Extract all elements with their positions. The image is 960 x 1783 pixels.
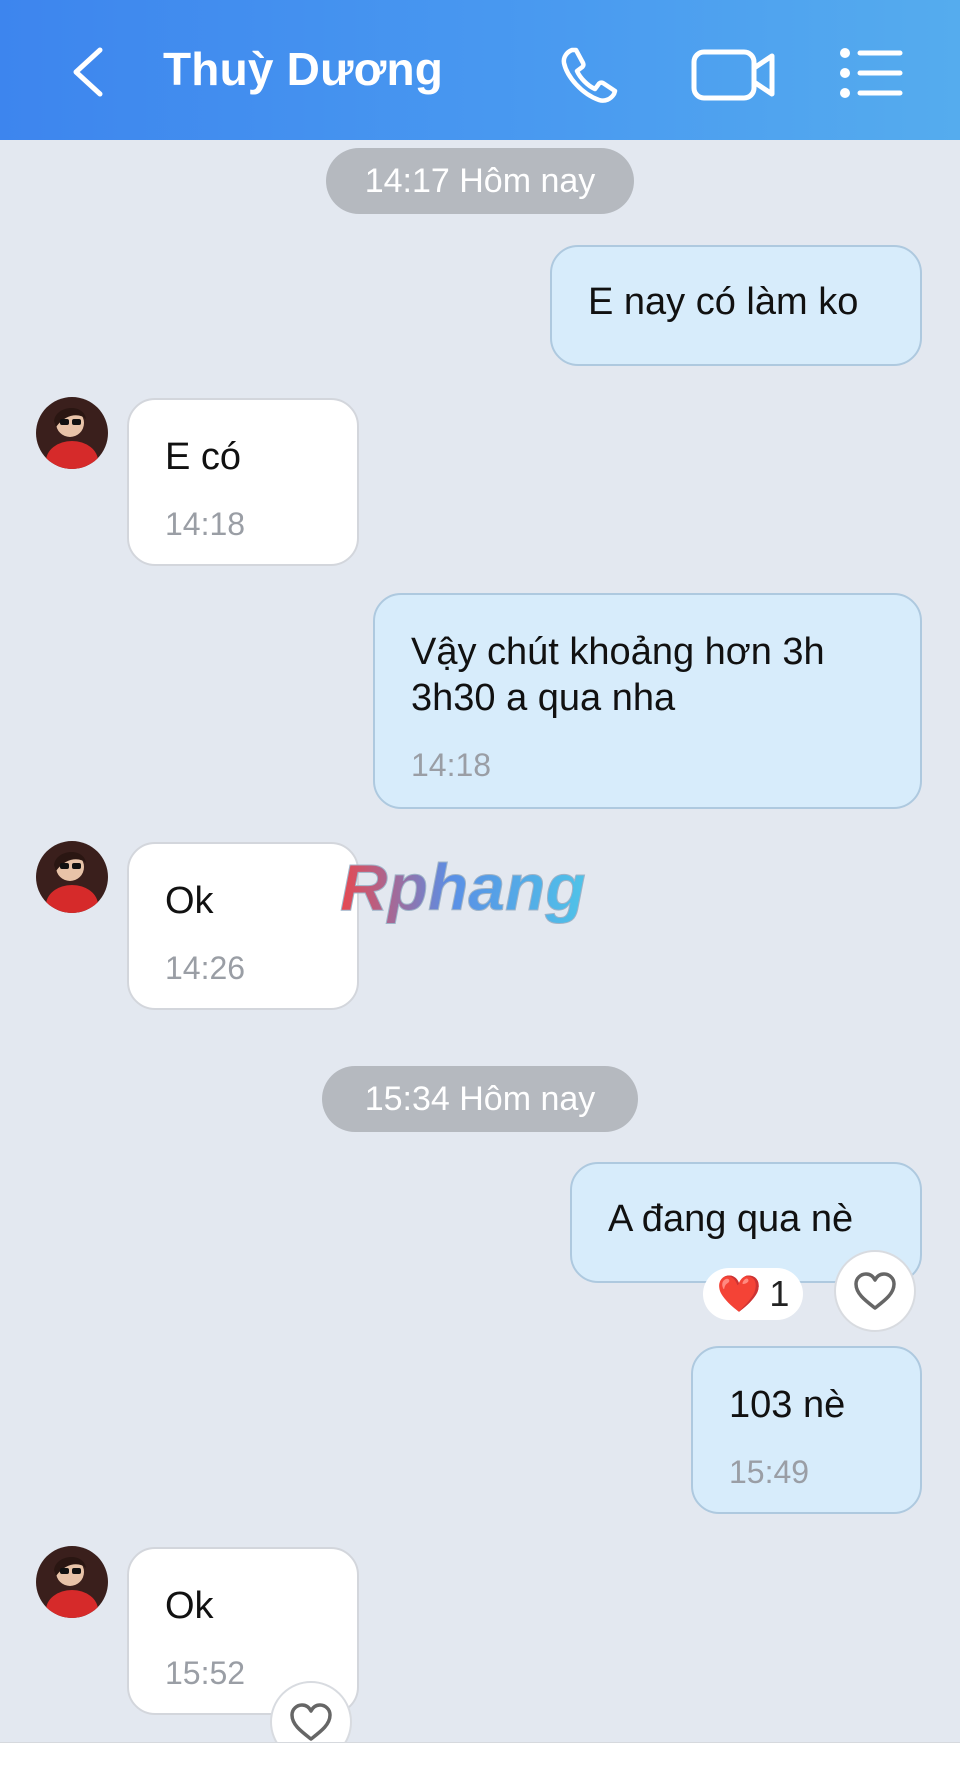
- phone-icon[interactable]: [558, 44, 624, 106]
- avatar-photo-icon: [36, 841, 108, 913]
- reaction-badge[interactable]: ❤️ 1: [703, 1268, 803, 1320]
- message-time: 15:52: [165, 1655, 246, 1691]
- message-bubble-outgoing[interactable]: E nay có làm ko: [550, 245, 922, 366]
- avatar-photo-icon: [36, 397, 108, 469]
- message-text: 103 nè: [729, 1384, 846, 1426]
- message-bubble-outgoing[interactable]: 103 nè 15:49: [691, 1346, 922, 1514]
- message-time: 14:18: [165, 506, 246, 542]
- message-text: E có: [165, 436, 242, 478]
- date-divider: 14:17 Hôm nay: [326, 148, 634, 214]
- date-divider: 15:34 Hôm nay: [322, 1066, 638, 1132]
- heart-outline-icon: [854, 1272, 896, 1310]
- avatar[interactable]: [36, 841, 108, 913]
- video-camera-icon[interactable]: [690, 46, 778, 104]
- message-time: 14:18: [411, 747, 492, 783]
- message-text-line: Vậy chút khoảng hơn 3h: [411, 631, 825, 673]
- menu-list-icon[interactable]: [838, 46, 904, 100]
- avatar[interactable]: [36, 397, 108, 469]
- watermark-logo: Rphang: [340, 850, 587, 925]
- input-bar[interactable]: [0, 1742, 960, 1783]
- like-heart-button[interactable]: [834, 1250, 916, 1332]
- message-time: 15:49: [729, 1454, 810, 1490]
- message-text: Ok: [165, 880, 214, 922]
- message-text: A đang qua nè: [608, 1198, 854, 1240]
- chat-header: Thuỳ Dương: [0, 0, 960, 140]
- heart-reaction-icon: ❤️: [716, 1273, 762, 1314]
- svg-text:Rphang: Rphang: [340, 850, 586, 924]
- contact-name[interactable]: Thuỳ Dương: [163, 42, 443, 96]
- message-bubble-incoming[interactable]: Ok 14:26: [127, 842, 359, 1010]
- avatar[interactable]: [36, 1546, 108, 1618]
- message-text: Ok: [165, 1585, 214, 1627]
- message-text-line: 3h30 a qua nha: [411, 677, 676, 719]
- message-time: 14:26: [165, 950, 246, 986]
- message-bubble-incoming[interactable]: E có 14:18: [127, 398, 359, 566]
- heart-outline-icon: [290, 1703, 332, 1741]
- message-bubble-outgoing[interactable]: Vậy chút khoảng hơn 3h 3h30 a qua nha 14…: [373, 593, 922, 809]
- reaction-count: 1: [769, 1273, 790, 1314]
- back-chevron-icon[interactable]: [62, 44, 118, 100]
- avatar-photo-icon: [36, 1546, 108, 1618]
- message-text: E nay có làm ko: [588, 281, 859, 323]
